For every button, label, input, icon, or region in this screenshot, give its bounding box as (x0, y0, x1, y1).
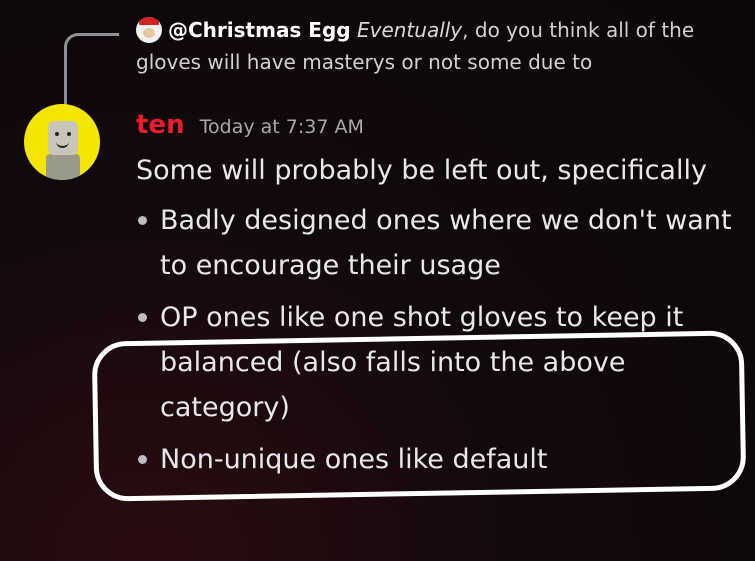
list-item: Badly designed ones where we don't want … (136, 198, 736, 288)
user-avatar[interactable] (24, 104, 100, 180)
timestamp: Today at 7:37 AM (199, 116, 364, 138)
roblox-avatar-icon (48, 121, 78, 155)
message-header: ten Today at 7:37 AM (136, 110, 364, 140)
list-item: OP ones like one shot gloves to keep it … (136, 295, 736, 430)
reply-connector-line (64, 33, 119, 106)
username[interactable]: ten (136, 110, 185, 140)
christmas-egg-avatar-icon[interactable] (136, 17, 162, 43)
message-intro: Some will probably be left out, specific… (136, 155, 707, 186)
reply-lead-text: Eventually (356, 18, 463, 42)
bullet-list: Badly designed ones where we don't want … (136, 198, 736, 482)
message-body: Some will probably be left out, specific… (136, 148, 736, 489)
list-item: Non-unique ones like default (136, 437, 736, 482)
reply-reference[interactable]: @Christmas Egg Eventually, do you think … (136, 14, 736, 78)
reply-author[interactable]: @Christmas Egg (168, 18, 351, 42)
